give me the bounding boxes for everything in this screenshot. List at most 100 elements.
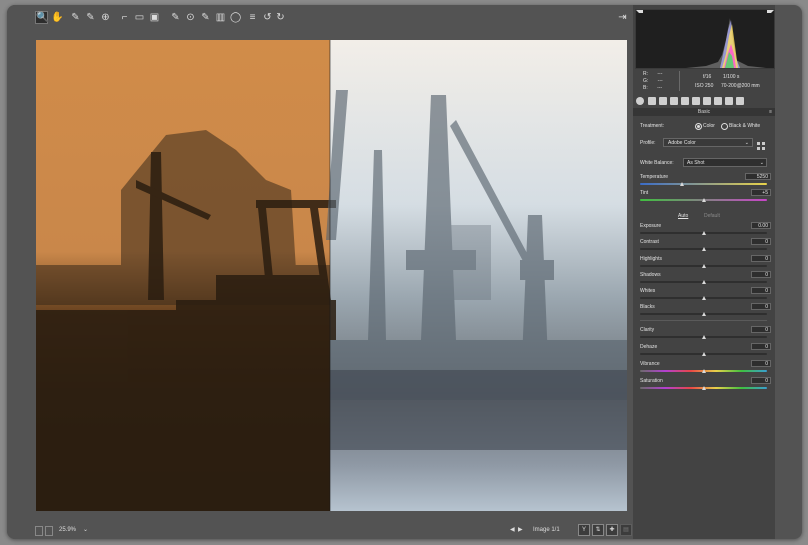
white-balance-label: White Balance: [640,160,674,166]
default-button[interactable]: Default [704,213,720,219]
graduated-filter-tool-icon[interactable]: ▥ [215,12,226,23]
temperature-value[interactable]: 5250 [745,173,771,180]
histogram-graph [686,18,766,68]
blacks-value[interactable]: 0 [751,303,771,310]
profile-browser-icon[interactable] [757,138,766,150]
export-icon[interactable]: ⇥ [617,12,628,23]
whites-label: Whites [640,288,656,294]
prev-image-icon[interactable]: ◀ [510,526,515,534]
single-view-icon[interactable] [35,526,43,536]
panel-divider [640,320,767,321]
exposure-value[interactable]: 0.00 [751,222,771,229]
zoom-tool-icon[interactable]: 🔍 [35,11,48,24]
blacks-thumb[interactable] [702,312,706,316]
treatment-color-radio[interactable] [695,123,702,130]
tint-label: Tint [640,190,649,196]
transform-tool-icon[interactable]: ▣ [149,12,160,23]
exposure-thumb[interactable] [702,231,706,235]
profile-dropdown[interactable]: Adobe Color ⌄ [663,138,753,147]
tint-value[interactable]: +5 [751,189,771,196]
rotate-left-icon[interactable]: ↺ [262,12,273,23]
saturation-label: Saturation [640,378,663,384]
snapshots-tab-icon[interactable] [736,97,744,105]
treatment-bw-radio[interactable] [721,123,728,130]
whites-value[interactable]: 0 [751,287,771,294]
basic-tab-icon[interactable] [636,97,644,105]
vibrance-label: Vibrance [640,361,660,367]
panel-tabs [633,96,775,108]
shadows-value[interactable]: 0 [751,271,771,278]
temperature-slider[interactable] [640,183,767,185]
hand-tool-icon[interactable]: ✋ [51,12,63,23]
toolbar: 🔍 ✋ ✎ ✎ ⊕ ⌐ ▭ ▣ ✎ ⊙ ✎ ▥ ◯ ≡ ↺ ↻ ⇥ [7,5,633,32]
image-counter: Image 1/1 [533,527,560,533]
contrast-label: Contrast [640,239,659,245]
clarity-value[interactable]: 0 [751,326,771,333]
blue-readout: B: --- [643,85,663,91]
red-readout: R: --- [643,71,663,77]
contrast-value[interactable]: 0 [751,238,771,245]
calibration-tab-icon[interactable] [714,97,722,105]
contrast-thumb[interactable] [702,247,706,251]
temperature-thumb[interactable] [680,182,684,186]
presets-tab-icon[interactable] [725,97,733,105]
red-eye-tool-icon[interactable]: ⊙ [185,12,196,23]
lens-corrections-tab-icon[interactable] [692,97,700,105]
swap-settings-button[interactable]: ⇅ [592,524,604,536]
treatment-label: Treatment: [640,123,664,129]
image-preview[interactable] [36,40,627,511]
highlights-label: Highlights [640,256,662,262]
dehaze-label: Dehaze [640,344,658,350]
targeted-adjustment-tool-icon[interactable]: ⊕ [100,12,111,23]
basic-section-header: Basic ≡ [633,108,775,116]
preferences-icon[interactable]: ≡ [247,12,258,23]
treatment-bw-label: Black & White [729,123,761,129]
toggle-settings-button[interactable]: ▤ [620,524,632,536]
highlight-clipping-icon[interactable] [767,10,774,17]
zoom-level[interactable]: 25.9% [59,526,76,534]
hsl-tab-icon[interactable] [670,97,678,105]
aperture: f/16 [703,74,712,80]
spot-removal-tool-icon[interactable]: ✎ [170,12,181,23]
adjustment-brush-tool-icon[interactable]: ✎ [200,12,211,23]
saturation-thumb[interactable] [702,386,706,390]
straighten-tool-icon[interactable]: ▭ [134,12,145,23]
chevron-down-icon: ⌄ [744,140,749,146]
color-sampler-tool-icon[interactable]: ✎ [85,12,96,23]
copy-settings-button[interactable]: ✚ [606,524,618,536]
dehaze-thumb[interactable] [702,352,706,356]
treatment-color-label: Color [703,123,715,129]
compare-view-icon[interactable] [45,526,53,536]
detail-tab-icon[interactable] [659,97,667,105]
highlights-value[interactable]: 0 [751,255,771,262]
clarity-thumb[interactable] [702,335,706,339]
profile-label: Profile: [640,140,656,146]
green-readout: G: --- [643,78,663,84]
shadows-thumb[interactable] [702,280,706,284]
harbor-silhouette [36,40,627,511]
split-toning-tab-icon[interactable] [681,97,689,105]
vibrance-value[interactable]: 0 [751,360,771,367]
whites-thumb[interactable] [702,296,706,300]
vibrance-thumb[interactable] [702,369,706,373]
next-image-icon[interactable]: ▶ [518,526,523,534]
rotate-right-icon[interactable]: ↻ [275,12,286,23]
tone-curve-tab-icon[interactable] [648,97,656,105]
white-balance-dropdown[interactable]: As Shot ⌄ [683,158,767,167]
saturation-value[interactable]: 0 [751,377,771,384]
zoom-dropdown-icon[interactable]: ⌄ [83,526,88,534]
crop-tool-icon[interactable]: ⌐ [119,12,130,23]
auto-button[interactable]: Auto [678,213,688,219]
blacks-label: Blacks [640,304,655,310]
before-after-toggle[interactable]: Y [578,524,590,536]
tint-thumb[interactable] [702,198,706,202]
highlights-thumb[interactable] [702,264,706,268]
effects-tab-icon[interactable] [703,97,711,105]
dehaze-value[interactable]: 0 [751,343,771,350]
white-balance-tool-icon[interactable]: ✎ [70,12,81,23]
histogram [635,9,775,69]
section-menu-icon[interactable]: ≡ [769,108,772,116]
shadow-clipping-icon[interactable] [636,10,643,17]
right-panel: R: --- G: --- B: --- f/16 1/100 s ISO 25… [633,5,775,539]
radial-filter-tool-icon[interactable]: ◯ [230,12,241,23]
